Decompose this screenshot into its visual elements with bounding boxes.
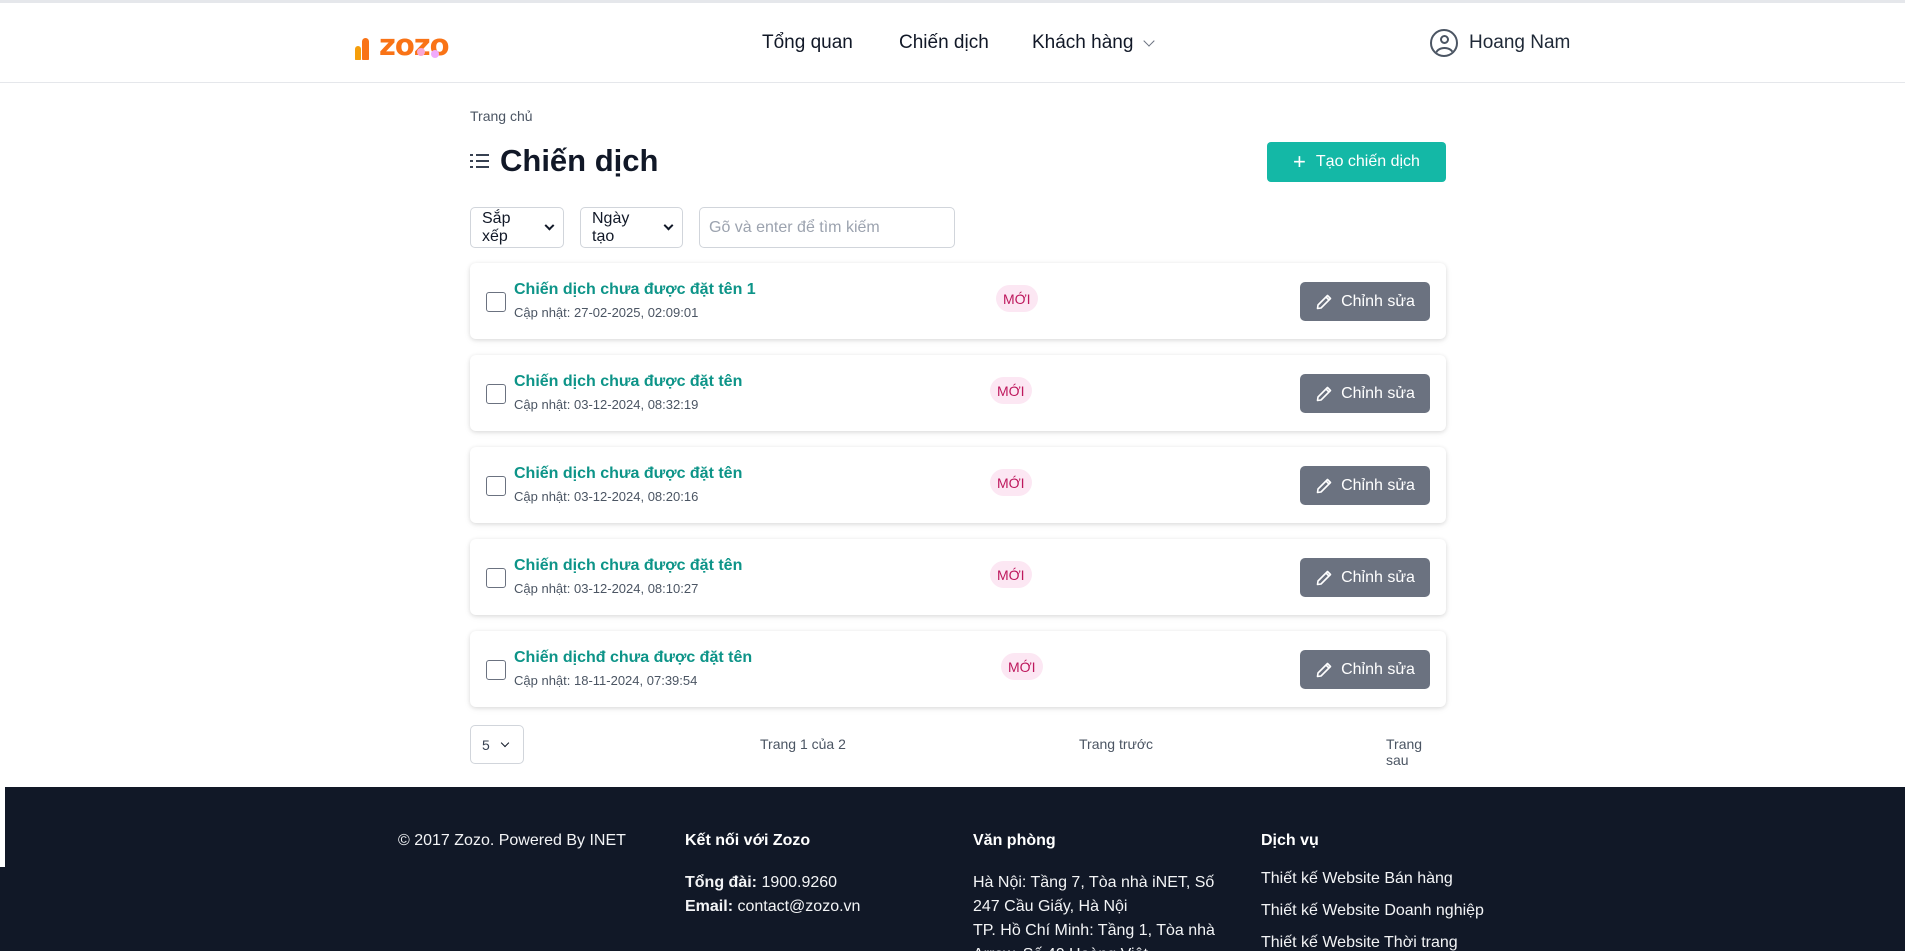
campaign-card: Chiến dịchđ chưa được đặt tên Cập nhật: 1… <box>470 631 1446 707</box>
footer-connect: Kết nối với Zozo Tổng đài: 1900.9260 Ema… <box>685 832 925 919</box>
campaign-updated: Cập nhật: 27-02-2025, 02:09:01 <box>514 305 699 320</box>
campaign-card: Chiến dịch chưa được đặt tên 1 Cập nhật: … <box>470 263 1446 339</box>
status-badge: MỚI <box>1001 653 1043 680</box>
edit-campaign-button[interactable]: Chỉnh sửa <box>1300 374 1430 413</box>
campaign-card: Chiến dịch chưa được đặt tên Cập nhật: 03… <box>470 355 1446 431</box>
edit-label: Chỉnh sửa <box>1341 660 1415 678</box>
search-input[interactable] <box>699 207 955 248</box>
edit-campaign-button[interactable]: Chỉnh sửa <box>1300 282 1430 321</box>
campaign-name[interactable]: Chiến dịchđ chưa được đặt tên <box>514 649 752 667</box>
footer-office-hcm: TP. Hồ Chí Minh: Tầng 1, Tòa nhà Arrow, … <box>973 922 1215 951</box>
campaign-updated: Cập nhật: 03-12-2024, 08:20:16 <box>514 489 699 504</box>
footer-services: Dịch vụ Thiết kế Website Bán hàng Thiết … <box>1261 832 1521 951</box>
footer-service-link[interactable]: Thiết kế Website Thời trang <box>1261 927 1521 951</box>
campaign-checkbox[interactable] <box>486 292 506 312</box>
campaign-updated: Cập nhật: 03-12-2024, 08:10:27 <box>514 581 699 596</box>
campaign-checkbox[interactable] <box>486 476 506 496</box>
site-footer: © 2017 Zozo. Powered By INET Kết nối với… <box>5 787 1905 951</box>
edit-label: Chỉnh sửa <box>1341 384 1415 402</box>
footer-copyright: © 2017 Zozo. Powered By INET <box>398 832 626 849</box>
nav-label: Khách hàng <box>1032 32 1134 53</box>
footer-office-hanoi: Hà Nội: Tầng 7, Tòa nhà iNET, Số 247 Cầu… <box>973 874 1215 915</box>
pencil-icon <box>1316 662 1332 677</box>
status-badge: MỚI <box>990 469 1032 496</box>
pencil-icon <box>1316 294 1332 309</box>
edit-campaign-button[interactable]: Chỉnh sửa <box>1300 558 1430 597</box>
edit-label: Chỉnh sửa <box>1341 568 1415 586</box>
nav-item-customers[interactable]: Khách hàng <box>1032 3 1156 83</box>
campaign-checkbox[interactable] <box>486 568 506 588</box>
edit-label: Chỉnh sửa <box>1341 476 1415 494</box>
date-select[interactable]: Ngày tạo <box>580 207 683 248</box>
filter-bar: Sắp xếp Ngày tạo <box>470 207 955 248</box>
page-header: Chiến dịch <box>470 143 658 179</box>
page-size-value: 5 <box>482 736 490 753</box>
pagination: 5 Trang 1 của 2 Trang trước Trang sau <box>470 725 1446 768</box>
pencil-icon <box>1316 570 1332 585</box>
date-select-value: Ngày tạo <box>592 209 630 245</box>
footer-email: Email: contact@zozo.vn <box>685 898 861 915</box>
plus-icon: + <box>1293 149 1306 174</box>
status-badge: MỚI <box>996 285 1038 312</box>
user-menu[interactable]: Hoang Nam <box>1430 3 1570 83</box>
footer-office: Văn phòng Hà Nội: Tầng 7, Tòa nhà iNET, … <box>973 832 1218 951</box>
campaign-updated: Cập nhật: 18-11-2024, 07:39:54 <box>514 673 698 688</box>
campaign-name[interactable]: Chiến dịch chưa được đặt tên <box>514 465 742 483</box>
chevron-down-icon <box>1143 34 1156 47</box>
campaign-name[interactable]: Chiến dịch chưa được đặt tên 1 <box>514 281 756 299</box>
logo-flower-icon <box>417 48 425 56</box>
logo-mark-icon <box>355 32 377 60</box>
footer-phone-number[interactable]: 1900.9260 <box>761 874 837 891</box>
nav-label: Chiến dịch <box>899 32 989 53</box>
footer-services-heading: Dịch vụ <box>1261 832 1319 849</box>
chevron-down-icon <box>500 738 510 747</box>
campaign-card: Chiến dịch chưa được đặt tên Cập nhật: 03… <box>470 539 1446 615</box>
campaign-name[interactable]: Chiến dịch chưa được đặt tên <box>514 373 742 391</box>
nav-item-campaigns[interactable]: Chiến dịch <box>899 3 989 83</box>
pencil-icon <box>1316 478 1332 493</box>
page-title: Chiến dịch <box>500 143 659 178</box>
breadcrumb-home[interactable]: Trang chủ <box>470 108 533 124</box>
nav-item-overview[interactable]: Tổng quan <box>762 3 853 83</box>
edit-campaign-button[interactable]: Chỉnh sửa <box>1300 650 1430 689</box>
footer-email-address[interactable]: contact@zozo.vn <box>737 898 860 915</box>
campaign-name[interactable]: Chiến dịch chưa được đặt tên <box>514 557 742 575</box>
footer-connect-heading: Kết nối với Zozo <box>685 832 811 849</box>
page-info: Trang 1 của 2 <box>760 736 846 752</box>
sort-select[interactable]: Sắp xếp <box>470 207 564 248</box>
chevron-down-icon <box>663 220 674 231</box>
edit-campaign-button[interactable]: Chỉnh sửa <box>1300 466 1430 505</box>
site-header: zozo Tổng quan Chiến dịch Khách hàng Hoa… <box>0 3 1905 83</box>
campaign-card: Chiến dịch chưa được đặt tên Cập nhật: 03… <box>470 447 1446 523</box>
page-size-select[interactable]: 5 <box>470 725 524 764</box>
footer-service-link[interactable]: Thiết kế Website Doanh nghiệp <box>1261 895 1521 927</box>
footer-service-link[interactable]: Thiết kế Website Bán hàng <box>1261 863 1521 895</box>
nav-label: Tổng quan <box>762 32 853 53</box>
create-campaign-button[interactable]: + Tạo chiến dịch <box>1267 142 1446 182</box>
user-avatar-icon <box>1430 29 1458 57</box>
footer-office-heading: Văn phòng <box>973 832 1056 849</box>
next-page-link[interactable]: Trang sau <box>1386 736 1446 768</box>
edit-label: Chỉnh sửa <box>1341 292 1415 310</box>
footer-phone: Tổng đài: 1900.9260 <box>685 874 838 891</box>
campaign-checkbox[interactable] <box>486 660 506 680</box>
status-badge: MỚI <box>990 377 1032 404</box>
pencil-icon <box>1316 386 1332 401</box>
campaign-checkbox[interactable] <box>486 384 506 404</box>
zozo-logo[interactable]: zozo <box>355 28 450 60</box>
prev-page-link[interactable]: Trang trước <box>1079 736 1153 752</box>
breadcrumb[interactable]: Trang chủ <box>470 108 533 124</box>
sort-select-value: Sắp xếp <box>482 209 511 245</box>
create-campaign-label: Tạo chiến dịch <box>1315 153 1420 170</box>
logo-flower-icon <box>431 50 439 58</box>
user-name: Hoang Nam <box>1469 32 1571 53</box>
list-icon <box>470 153 490 169</box>
status-badge: MỚI <box>990 561 1032 588</box>
chevron-down-icon <box>544 220 555 231</box>
campaign-updated: Cập nhật: 03-12-2024, 08:32:19 <box>514 397 699 412</box>
